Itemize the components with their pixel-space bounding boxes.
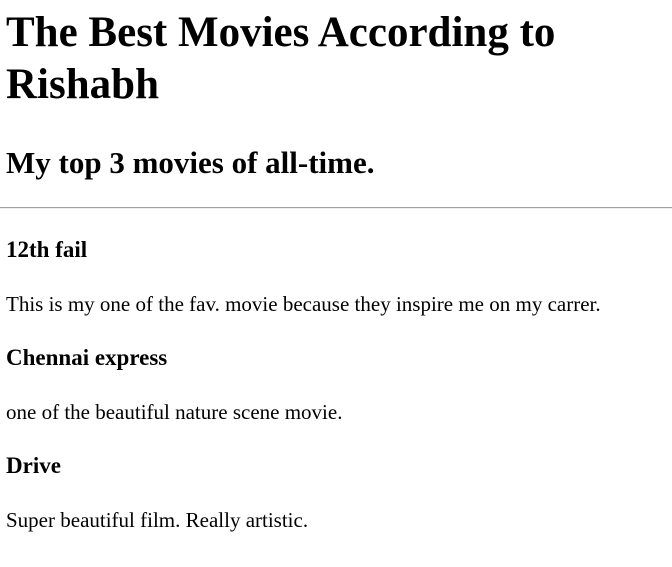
movie-description: This is my one of the fav. movie because… [6, 291, 601, 316]
page-title: The Best Movies According to Rishabh [6, 9, 556, 108]
movie-item: Chennai express one of the beautiful nat… [6, 344, 666, 425]
page-subtitle: My top 3 movies of all-time. [6, 145, 375, 181]
movie-title: 12th fail [6, 237, 88, 263]
movie-item: Drive Super beautiful film. Really artis… [6, 452, 666, 533]
divider [0, 207, 672, 210]
page-content: The Best Movies According to Rishabh My … [0, 7, 672, 533]
movie-description: Super beautiful film. Really artistic. [6, 507, 309, 532]
movie-item: 12th fail This is my one of the fav. mov… [6, 236, 666, 317]
movie-title: Chennai express [6, 345, 168, 371]
movie-description: one of the beautiful nature scene movie. [6, 399, 343, 424]
movie-title: Drive [6, 452, 61, 478]
